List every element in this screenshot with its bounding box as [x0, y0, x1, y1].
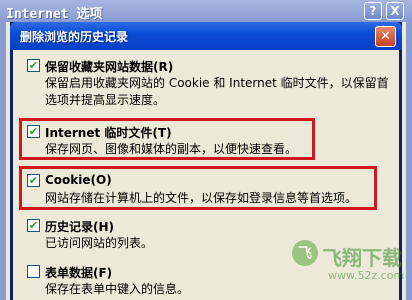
checkbox-history[interactable]: ✔	[27, 219, 40, 232]
option-temp-files: ✔ Internet 临时文件(T) 保存网页、图像和媒体的副本，以便快速查看。	[27, 124, 397, 158]
option-label: Internet 临时文件(T)	[45, 126, 172, 140]
outer-window-frame-right	[406, 22, 412, 300]
option-label: 表单数据(F)	[45, 266, 113, 280]
check-mark-icon: ✔	[28, 219, 39, 232]
option-label: 历史记录(H)	[45, 220, 115, 234]
option-preserve-favorites: ✔ 保留收藏夹网站数据(R) 保留启用收藏夹网站的 Cookie 和 Inter…	[27, 58, 397, 110]
check-mark-icon: ✔	[28, 125, 39, 138]
watermark-url: www.52z.com	[328, 269, 405, 282]
checkbox-form-data[interactable]	[27, 265, 40, 278]
dialog-close-button[interactable]: ✕	[375, 26, 396, 47]
check-mark-icon: ✔	[28, 174, 39, 187]
option-label: 保留收藏夹网站数据(R)	[45, 60, 174, 74]
watermark-text: 飞翔下载	[322, 246, 402, 270]
help-button[interactable]: ?	[364, 2, 382, 20]
help-icon: ?	[369, 4, 377, 18]
option-description: 保存在表单中键入的信息。	[45, 282, 190, 296]
dialog-title: 删除浏览的历史记录	[20, 30, 129, 44]
outer-window-title-bar: Internet 选项 ? X	[0, 0, 412, 22]
option-label: Cookie(O)	[45, 173, 112, 187]
close-icon: ✕	[380, 29, 391, 44]
option-description: 网站存储在计算机上的文件，以保存如登录信息等首选项。	[45, 191, 358, 205]
checkbox-cookie[interactable]: ✔	[27, 174, 40, 187]
option-description: 保留启用收藏夹网站的 Cookie 和 Internet 临时文件，以保留首选项…	[45, 76, 389, 107]
checkbox-temp-files[interactable]: ✔	[27, 125, 40, 138]
check-mark-icon: ✔	[28, 59, 39, 72]
close-icon: X	[390, 4, 400, 18]
watermark-logo-icon: 飞	[292, 240, 318, 266]
option-cookie: ✔ Cookie(O) 网站存储在计算机上的文件，以保存如登录信息等首选项。	[27, 173, 397, 207]
dialog-title-bar[interactable]: 删除浏览的历史记录 ✕	[10, 22, 402, 50]
option-description: 保存网页、图像和媒体的副本，以便快速查看。	[45, 142, 298, 156]
outer-window-title: Internet 选项	[6, 7, 103, 22]
outer-window-frame-left	[0, 22, 6, 300]
outer-close-button[interactable]: X	[386, 2, 404, 20]
checkbox-preserve-favorites[interactable]: ✔	[27, 59, 40, 72]
